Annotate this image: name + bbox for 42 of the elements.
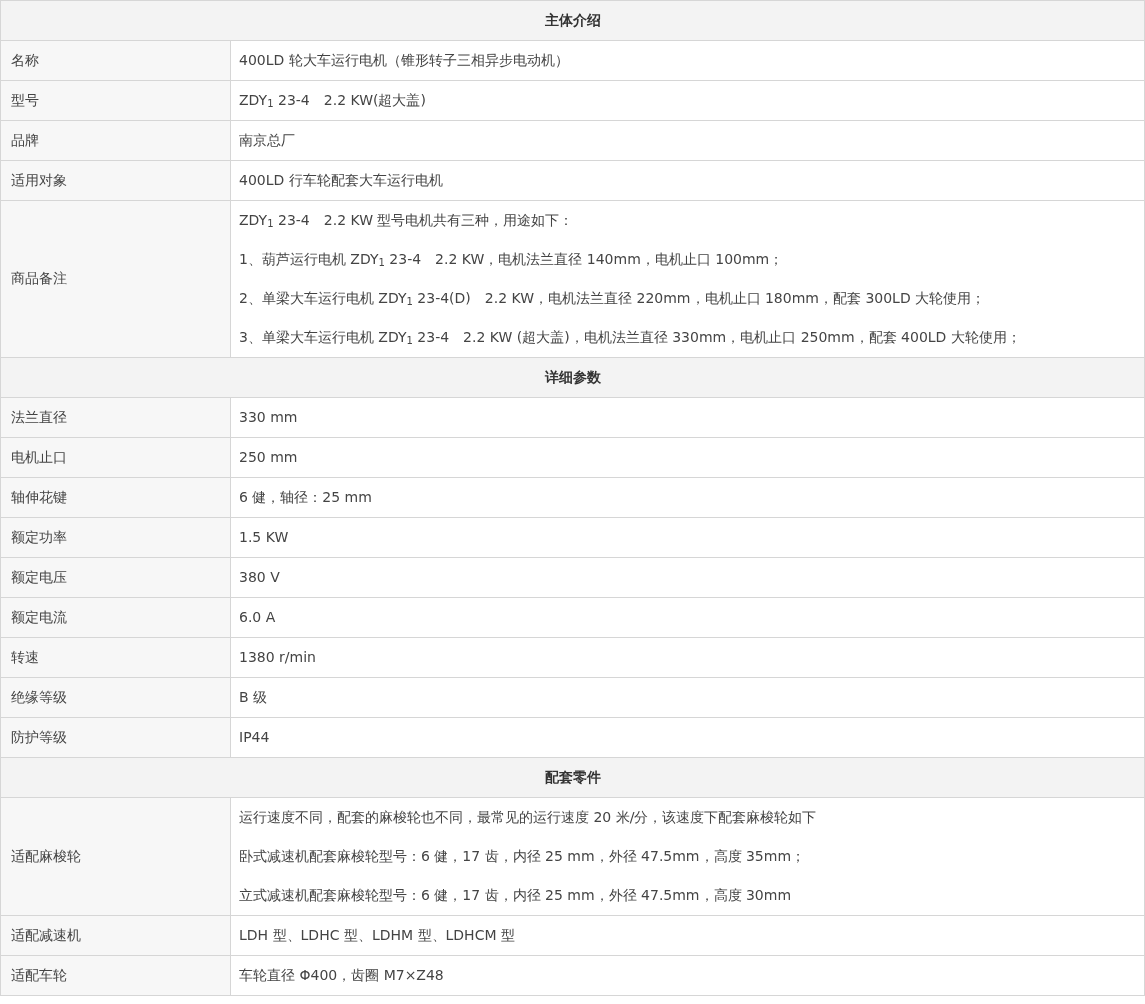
value-line: 1、葫芦运行电机 ZDY$_{1}$ 23-4 2.2 KW，电机法兰直径 140mm，电机止口 100mm； xyxy=(239,250,784,269)
row-label: 适用对象 xyxy=(1,161,231,201)
value-line: 立式减速机配套麻梭轮型号：6 健，17 齿，内径 25 mm，外径 47.5mm，高度 30mm xyxy=(239,886,792,905)
row-label: 商品备注 xyxy=(1,201,231,358)
row-value: ZDY$_{1}$ 23-4 2.2 KW(超大盖) xyxy=(231,81,1145,121)
value-line: 卧式减速机配套麻梭轮型号：6 健，17 齿，内径 25 mm，外径 47.5mm，高度 35mm； xyxy=(239,847,806,866)
row-value: 南京总厂 xyxy=(231,121,1145,161)
row-value: 380 V xyxy=(231,558,1145,598)
row-label: 名称 xyxy=(1,41,231,81)
row-label: 品牌 xyxy=(1,121,231,161)
row-value: 1380 r/min xyxy=(231,638,1145,678)
row-label: 电机止口 xyxy=(1,438,231,478)
row-value: 车轮直径 Φ400，齿圈 M7×Z48 xyxy=(231,956,1145,996)
row-label: 额定电压 xyxy=(1,558,231,598)
row-label: 适配减速机 xyxy=(1,916,231,956)
row-value: LDH 型、LDHC 型、LDHM 型、LDHCM 型 xyxy=(231,916,1145,956)
value-line: 2、单梁大车运行电机 ZDY$_{1}$ 23-4(D) 2.2 KW，电机法兰直径 220mm，电机止口 180mm，配套 300LD 大轮使用； xyxy=(239,289,986,308)
row-value: B 级 xyxy=(231,678,1145,718)
section-header: 详细参数 xyxy=(1,358,1145,398)
row-label: 额定功率 xyxy=(1,518,231,558)
row-value: 400LD 轮大车运行电机（锥形转子三相异步电动机） xyxy=(231,41,1145,81)
row-value: IP44 xyxy=(231,718,1145,758)
row-label: 型号 xyxy=(1,81,231,121)
row-value: 6.0 A xyxy=(231,598,1145,638)
row-label: 适配车轮 xyxy=(1,956,231,996)
row-label: 额定电流 xyxy=(1,598,231,638)
row-label: 防护等级 xyxy=(1,718,231,758)
value-line: ZDY$_{1}$ 23-4 2.2 KW 型号电机共有三种，用途如下： xyxy=(239,211,574,230)
row-value: 250 mm xyxy=(231,438,1145,478)
row-label: 适配麻梭轮 xyxy=(1,798,231,916)
row-value: 6 健，轴径：25 mm xyxy=(231,478,1145,518)
row-value: 1.5 KW xyxy=(231,518,1145,558)
row-label: 法兰直径 xyxy=(1,398,231,438)
row-label: 轴伸花键 xyxy=(1,478,231,518)
row-label: 绝缘等级 xyxy=(1,678,231,718)
row-value: 400LD 行车轮配套大车运行电机 xyxy=(231,161,1145,201)
value-line: 运行速度不同，配套的麻梭轮也不同，最常见的运行速度 20 米/分，该速度下配套麻梭轮如下 xyxy=(239,808,817,827)
value-line: 3、单梁大车运行电机 ZDY$_{1}$ 23-4 2.2 KW (超大盖)，电机法兰直径 330mm，电机止口 250mm，配套 400LD 大轮使用； xyxy=(239,328,1021,347)
row-label: 转速 xyxy=(1,638,231,678)
row-value: 330 mm xyxy=(231,398,1145,438)
section-header: 配套零件 xyxy=(1,758,1145,798)
section-header: 主体介绍 xyxy=(1,1,1145,41)
